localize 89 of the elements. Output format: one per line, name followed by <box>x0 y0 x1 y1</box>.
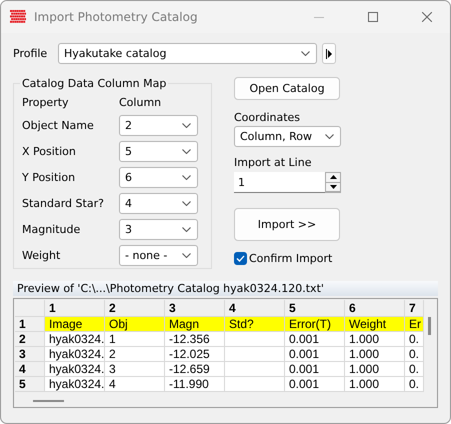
column-dropdown[interactable]: 4 <box>119 192 198 214</box>
property-label: X Position <box>22 144 77 158</box>
coordinates-label: Coordinates <box>234 111 302 124</box>
minimize-icon <box>314 16 324 18</box>
column-header-cell: 5 <box>285 300 345 317</box>
close-icon <box>422 12 432 22</box>
table-cell: 1 <box>105 332 165 347</box>
chevron-down-icon <box>182 200 191 206</box>
table-cell: 3 <box>105 362 165 377</box>
table-cell: hyak0324. <box>45 377 105 392</box>
table-cell: Magn <box>165 317 225 332</box>
import-line-label: Import at Line <box>234 156 312 169</box>
column-dropdown[interactable]: 5 <box>119 140 198 162</box>
property-label: Magnitude <box>22 222 82 236</box>
table-cell: -12.659 <box>165 362 225 377</box>
column-dropdown[interactable]: 6 <box>119 166 198 188</box>
play-bar-icon <box>326 48 332 58</box>
column-dropdown[interactable]: 2 <box>119 114 198 136</box>
import-button[interactable]: Import >> <box>234 208 340 241</box>
import-line-field[interactable]: 1 <box>234 172 325 193</box>
confirm-import-checkbox[interactable] <box>234 252 247 265</box>
table-cell: Error(T) <box>285 317 345 332</box>
row-header-cell: 2 <box>15 332 45 347</box>
table-cell: -12.025 <box>165 347 225 362</box>
column-header: Column <box>119 96 162 108</box>
preview-title: Preview of 'C:\...\Photometry Catalog hyak0324.120.txt' <box>13 281 438 296</box>
coordinates-dropdown[interactable]: Column, Row <box>234 126 341 147</box>
column-dropdown[interactable]: - none - <box>119 244 198 266</box>
table-cell: 0. <box>405 347 424 362</box>
table-cell: 0.001 <box>285 347 345 362</box>
chevron-down-icon <box>182 226 191 232</box>
table-cell: -11.990 <box>165 377 225 392</box>
row-header-cell: 1 <box>15 317 45 332</box>
open-catalog-button[interactable]: Open Catalog <box>234 77 340 100</box>
maximize-icon <box>368 12 378 22</box>
table-cell: Weight <box>345 317 405 332</box>
table-cell: 1.000 <box>345 377 405 392</box>
table-cell: 0. <box>405 332 424 347</box>
property-label: Standard Star? <box>22 196 105 210</box>
down-arrow-icon <box>330 184 336 189</box>
chevron-down-icon <box>182 174 191 180</box>
chevron-down-icon <box>182 148 191 154</box>
table-cell: 1.000 <box>345 332 405 347</box>
chevron-down-icon <box>325 134 334 139</box>
confirm-import-label[interactable]: Confirm Import <box>249 252 332 265</box>
table-cell: 4 <box>105 377 165 392</box>
table-cell: Obj <box>105 317 165 332</box>
row-header-cell: 5 <box>15 377 45 392</box>
table-cell: 0. <box>405 362 424 377</box>
row-header-cell: 3 <box>15 347 45 362</box>
column-header-cell: 2 <box>105 300 165 317</box>
property-label: Object Name <box>22 118 95 132</box>
chevron-down-icon <box>182 122 191 128</box>
column-header-cell: 1 <box>45 300 105 317</box>
property-label: Y Position <box>22 170 76 184</box>
table-cell: 1.000 <box>345 362 405 377</box>
horizontal-scrollbar-thumb[interactable] <box>33 400 64 402</box>
table-cell: hyak0324. <box>45 332 105 347</box>
table-cell: 0.001 <box>285 362 345 377</box>
group-title: Catalog Data Column Map <box>21 77 168 90</box>
profile-menu-button[interactable] <box>322 43 336 64</box>
chevron-down-icon <box>301 51 310 56</box>
column-dropdown[interactable]: 3 <box>119 218 198 240</box>
app-logo-icon <box>10 10 26 24</box>
vertical-scrollbar-thumb[interactable] <box>428 317 431 335</box>
profile-dropdown[interactable]: Hyakutake catalog <box>58 43 317 64</box>
table-cell: -12.356 <box>165 332 225 347</box>
table-cell: 1.000 <box>345 347 405 362</box>
profile-label: Profile <box>13 47 48 60</box>
table-cell: 2 <box>105 347 165 362</box>
table-cell: 0.001 <box>285 332 345 347</box>
column-header-cell: 6 <box>345 300 405 317</box>
property-label: Weight <box>22 248 62 262</box>
column-header-cell: 4 <box>225 300 285 317</box>
chevron-down-icon <box>182 252 191 258</box>
row-header-cell: 4 <box>15 362 45 377</box>
table-cell: Er <box>405 317 424 332</box>
column-header-cell: 7 <box>405 300 424 317</box>
table-cell: 0.001 <box>285 377 345 392</box>
table-cell: Std? <box>225 317 285 332</box>
column-header-cell: 3 <box>165 300 225 317</box>
up-arrow-icon <box>330 175 336 180</box>
table-cell: Image <box>45 317 105 332</box>
spin-up-button[interactable] <box>326 173 340 182</box>
column-header: Property <box>22 96 70 108</box>
table-cell: hyak0324. <box>45 362 105 377</box>
table-cell: hyak0324. <box>45 347 105 362</box>
window-title: Import Photometry Catalog <box>34 10 199 24</box>
table-cell: 0. <box>405 377 424 392</box>
